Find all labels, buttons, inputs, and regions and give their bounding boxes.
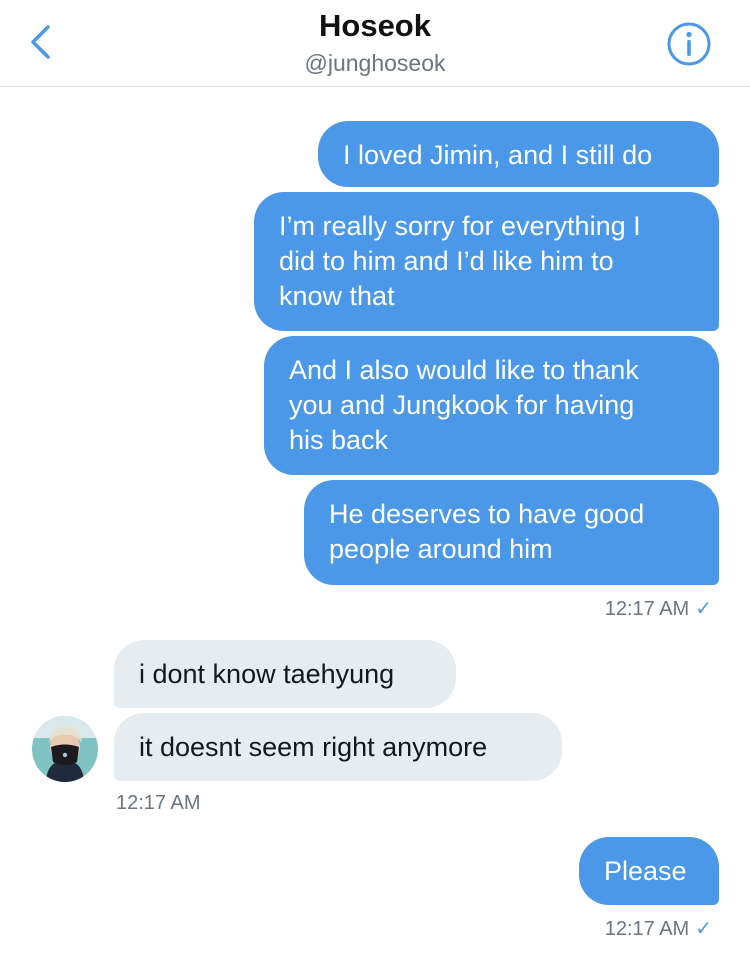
timestamp-text: 12:17 AM: [116, 792, 201, 814]
message-bubble-sent[interactable]: He deserves to have good people around h…: [304, 480, 719, 585]
avatar-image: [32, 716, 98, 782]
message-bubble-received[interactable]: it doesnt seem right anymore: [114, 713, 562, 781]
message-text-line: He deserves to have good: [329, 499, 645, 529]
message-timestamp: 12:17 AM ✓: [605, 596, 712, 621]
message-bubble-sent[interactable]: Please: [579, 837, 719, 905]
info-icon: [667, 22, 711, 66]
contact-handle[interactable]: @junghoseok: [0, 50, 750, 77]
timestamp-text: 12:17 AM: [604, 918, 690, 940]
contact-name[interactable]: Hoseok: [0, 8, 750, 44]
message-bubble-sent[interactable]: And I also would like to thank you and J…: [264, 336, 719, 475]
info-button[interactable]: [666, 21, 712, 67]
message-text: i dont know taehyung: [139, 659, 395, 689]
message-bubble-sent[interactable]: I’m really sorry for everything I did to…: [254, 192, 719, 331]
message-text-line: his back: [289, 425, 389, 455]
message-timestamp: 12:17 AM ✓: [605, 916, 712, 941]
timestamp-text: 12:17 AM: [604, 598, 690, 620]
message-text-line: I’m really sorry for everything I: [279, 211, 641, 241]
message-text: it doesnt seem right anymore: [139, 732, 488, 762]
message-text-line: you and Jungkook for having: [289, 390, 635, 420]
message-text-line: did to him and I’d like him to: [279, 246, 614, 276]
conversation-header: Hoseok @junghoseok: [0, 0, 750, 87]
checkmark-icon: ✓: [695, 918, 712, 940]
message-bubble-received[interactable]: i dont know taehyung: [114, 640, 456, 708]
message-text: I loved Jimin, and I still do: [343, 140, 653, 170]
message-text-line: know that: [279, 281, 395, 311]
message-timestamp: 12:17 AM: [116, 792, 201, 815]
message-text-line: And I also would like to thank: [289, 355, 639, 385]
message-text: Please: [604, 856, 687, 886]
checkmark-icon: ✓: [695, 598, 712, 620]
message-bubble-sent[interactable]: I loved Jimin, and I still do: [318, 121, 719, 187]
message-text-line: people around him: [329, 534, 553, 564]
avatar[interactable]: [32, 716, 98, 782]
